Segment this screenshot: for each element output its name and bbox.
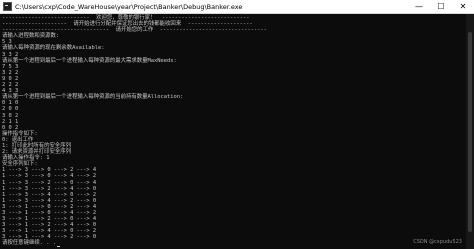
text-cursor xyxy=(56,245,60,247)
scrollbar-thumb[interactable] xyxy=(468,32,472,232)
window-title: C:\Users\cxp\Code_WareHouse\year\Project… xyxy=(15,2,243,11)
console-output[interactable]: --------------------------- 欢迎您，尊敬的银行家！ … xyxy=(2,15,464,247)
close-button[interactable]: ✕ xyxy=(452,0,474,13)
console-line: 请按任意键继续. . . xyxy=(2,240,464,247)
vertical-scrollbar[interactable] xyxy=(466,14,474,249)
maximize-button[interactable]: ☐ xyxy=(430,0,452,13)
title-bar[interactable]: C:\Users\cxp\Code_WareHouse\year\Project… xyxy=(0,0,474,14)
minimize-button[interactable]: — xyxy=(408,0,430,13)
watermark-text: CSDN @cxpudu523 xyxy=(413,239,462,245)
console-window: C:\Users\cxp\Code_WareHouse\year\Project… xyxy=(0,0,474,249)
console-app-icon xyxy=(3,2,12,11)
